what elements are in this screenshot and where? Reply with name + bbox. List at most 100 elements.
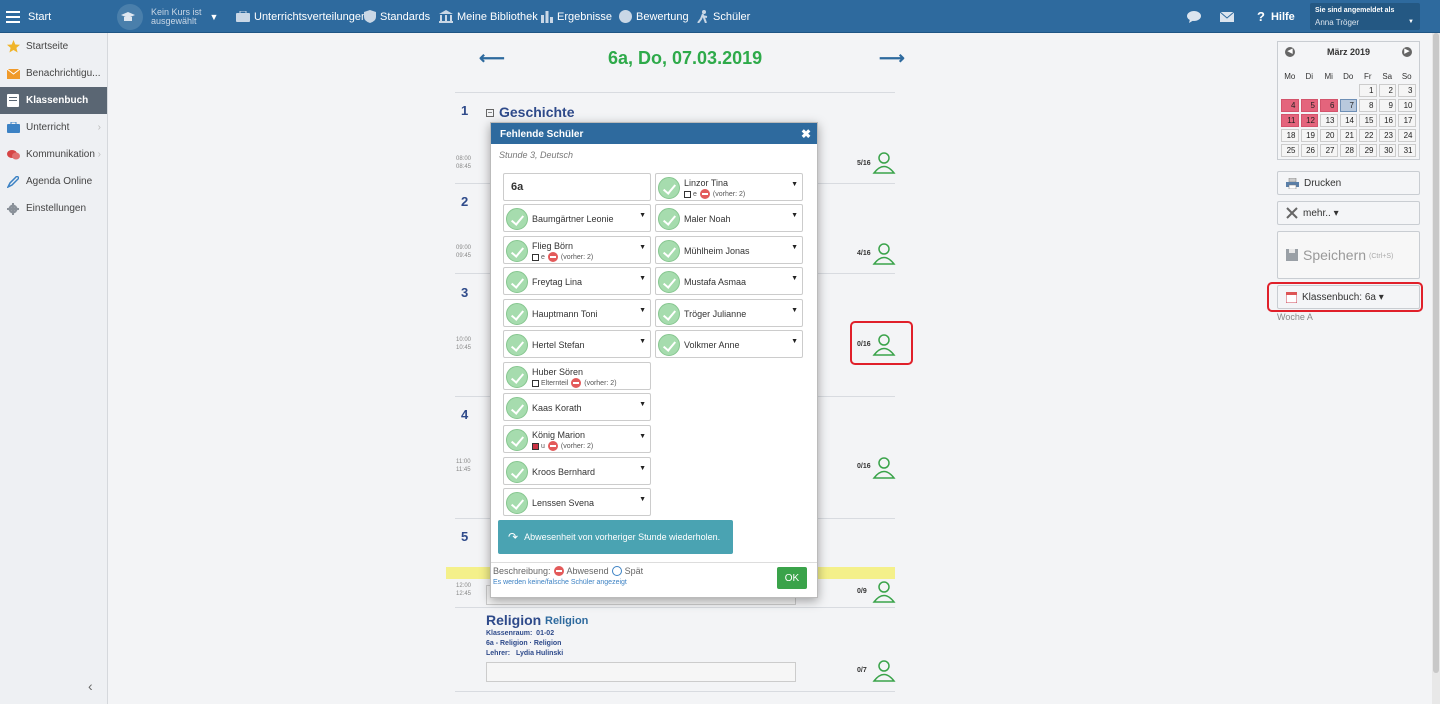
calendar-day[interactable]: 13 xyxy=(1320,114,1338,127)
calendar-day[interactable]: 7 xyxy=(1339,99,1357,112)
student-card[interactable]: Volkmer Anne ▼ xyxy=(655,330,803,358)
student-card[interactable]: König Marion u (vorher: 2) ▼ xyxy=(503,425,651,453)
start-menu-button[interactable]: Start xyxy=(6,0,51,33)
check-icon[interactable] xyxy=(506,461,528,483)
check-icon[interactable] xyxy=(506,303,528,325)
calendar-day[interactable]: 9 xyxy=(1378,99,1396,112)
nav-meine-bibliothek[interactable]: Meine Bibliothek xyxy=(439,0,538,33)
dropdown-arrow-icon[interactable]: ▼ xyxy=(639,465,646,472)
people-icon[interactable] xyxy=(872,660,896,682)
ok-button[interactable]: OK xyxy=(777,567,807,589)
calendar-day[interactable]: 17 xyxy=(1398,114,1416,127)
dropdown-arrow-icon[interactable]: ▼ xyxy=(791,338,798,345)
sidebar-item-klassenbuch[interactable]: Klassenbuch xyxy=(0,87,107,114)
print-button[interactable]: Drucken xyxy=(1277,171,1420,195)
calendar-day[interactable]: 29 xyxy=(1359,144,1377,157)
student-card[interactable]: Huber Sören Elternteil (vorher: 2) xyxy=(503,362,651,390)
nav-standards[interactable]: Standards xyxy=(364,0,430,33)
dropdown-arrow-icon[interactable]: ▼ xyxy=(791,181,798,188)
calendar-day[interactable]: 28 xyxy=(1339,144,1357,157)
help-button[interactable]: ? Hilfe xyxy=(1257,0,1295,33)
calendar-day[interactable]: 24 xyxy=(1398,129,1416,142)
people-icon[interactable] xyxy=(872,581,896,603)
dropdown-arrow-icon[interactable]: ▼ xyxy=(639,244,646,251)
course-selector[interactable]: Kein Kurs ist ausgewählt ▼ xyxy=(117,0,218,33)
check-icon[interactable] xyxy=(506,492,528,514)
dropdown-arrow-icon[interactable]: ▼ xyxy=(791,244,798,251)
calendar-day[interactable]: 8 xyxy=(1359,99,1377,112)
check-icon[interactable] xyxy=(506,271,528,293)
calendar-day[interactable]: 6 xyxy=(1320,99,1338,112)
wrong-students-link[interactable]: Es werden keine/falsche Schüler angezeig… xyxy=(493,579,627,586)
nav-schueler[interactable]: Schüler xyxy=(697,0,750,33)
check-icon[interactable] xyxy=(658,334,680,356)
calendar-day[interactable]: 30 xyxy=(1378,144,1396,157)
student-card[interactable]: Lenssen Svena ▼ xyxy=(503,488,651,516)
check-icon[interactable] xyxy=(658,177,680,199)
student-card[interactable]: Tröger Julianne ▼ xyxy=(655,299,803,327)
repeat-absence-button[interactable]: ↷ Abwesenheit von vorheriger Stunde wied… xyxy=(498,520,733,554)
scrollbar[interactable] xyxy=(1432,33,1440,704)
sidebar-item-agenda-online[interactable]: Agenda Online xyxy=(0,168,107,195)
next-day-arrow[interactable]: ⟶ xyxy=(879,48,905,69)
check-icon[interactable] xyxy=(658,240,680,262)
calendar-day[interactable]: 31 xyxy=(1398,144,1416,157)
calendar-day[interactable]: 12 xyxy=(1300,114,1318,127)
check-icon[interactable] xyxy=(506,208,528,230)
student-card[interactable]: Flieg Börn e (vorher: 2) ▼ xyxy=(503,236,651,264)
student-card[interactable]: Freytag Lina ▼ xyxy=(503,267,651,295)
student-card[interactable]: Kaas Korath ▼ xyxy=(503,393,651,421)
calendar-day[interactable]: 4 xyxy=(1281,99,1299,112)
collapse-icon[interactable]: − xyxy=(486,109,494,117)
student-card[interactable]: Hauptmann Toni ▼ xyxy=(503,299,651,327)
sidebar-item-kommunikation[interactable]: Kommunikation › xyxy=(0,141,107,168)
check-icon[interactable] xyxy=(506,366,528,388)
calendar-day[interactable]: 16 xyxy=(1378,114,1396,127)
dropdown-arrow-icon[interactable]: ▼ xyxy=(639,307,646,314)
check-icon[interactable] xyxy=(658,303,680,325)
calendar-day[interactable]: 15 xyxy=(1359,114,1377,127)
collapse-sidebar-icon[interactable]: ‹ xyxy=(88,678,93,694)
check-icon[interactable] xyxy=(506,334,528,356)
sidebar-item-unterricht[interactable]: Unterricht › xyxy=(0,114,107,141)
student-card[interactable]: Hertel Stefan ▼ xyxy=(503,330,651,358)
calendar-day[interactable]: 23 xyxy=(1378,129,1396,142)
sidebar-item-einstellungen[interactable]: Einstellungen xyxy=(0,195,107,222)
dropdown-arrow-icon[interactable]: ▼ xyxy=(791,212,798,219)
calendar-day[interactable]: 20 xyxy=(1320,129,1338,142)
dropdown-arrow-icon[interactable]: ▼ xyxy=(791,275,798,282)
student-card[interactable]: Linzor Tina e (vorher: 2) ▼ xyxy=(655,173,803,201)
calendar-day[interactable]: 21 xyxy=(1339,129,1357,142)
calendar-day[interactable]: 10 xyxy=(1398,99,1416,112)
nav-bewertung[interactable]: Bewertung xyxy=(619,0,689,33)
check-icon[interactable] xyxy=(658,208,680,230)
nav-ergebnisse[interactable]: Ergebnisse xyxy=(541,0,612,33)
calendar-day[interactable]: 18 xyxy=(1281,129,1299,142)
dropdown-arrow-icon[interactable]: ▼ xyxy=(639,433,646,440)
dropdown-arrow-icon[interactable]: ▼ xyxy=(639,401,646,408)
check-icon[interactable] xyxy=(506,397,528,419)
dropdown-arrow-icon[interactable]: ▼ xyxy=(639,496,646,503)
student-card[interactable]: Kroos Bernhard ▼ xyxy=(503,457,651,485)
dropdown-arrow-icon[interactable]: ▼ xyxy=(639,212,646,219)
close-icon[interactable]: ✖ xyxy=(801,127,811,141)
mail-button[interactable] xyxy=(1220,0,1238,33)
save-button[interactable]: Speichern (Ctrl+S) xyxy=(1277,231,1420,279)
calendar-day[interactable]: 22 xyxy=(1359,129,1377,142)
dropdown-arrow-icon[interactable]: ▼ xyxy=(639,275,646,282)
note-field[interactable] xyxy=(486,662,796,682)
calendar-day[interactable]: 2 xyxy=(1378,84,1396,97)
calendar-day[interactable]: 19 xyxy=(1300,129,1318,142)
nav-unterrichtsverteilungen[interactable]: Unterrichtsverteilungen xyxy=(236,0,367,33)
calendar-day[interactable]: 14 xyxy=(1339,114,1357,127)
more-button[interactable]: mehr.. ▾ xyxy=(1277,201,1420,225)
student-card[interactable]: Mustafa Asmaa ▼ xyxy=(655,267,803,295)
student-card[interactable]: Maler Noah ▼ xyxy=(655,204,803,232)
calendar-day[interactable]: 11 xyxy=(1281,114,1299,127)
people-icon[interactable] xyxy=(872,152,896,174)
people-icon[interactable] xyxy=(872,243,896,265)
user-menu[interactable]: Sie sind angemeldet als Anna Tröger ▼ xyxy=(1310,3,1420,30)
people-icon[interactable] xyxy=(872,457,896,479)
check-icon[interactable] xyxy=(658,271,680,293)
calendar-day[interactable]: 3 xyxy=(1398,84,1416,97)
